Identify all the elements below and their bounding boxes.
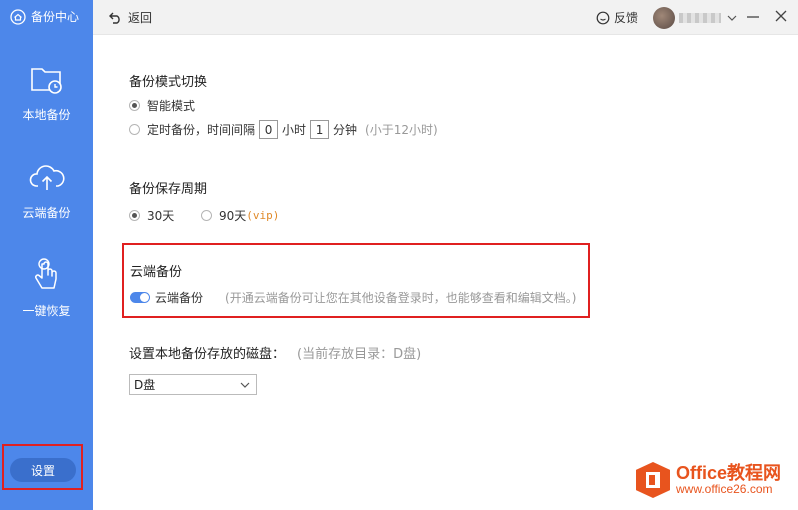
retention-30-label: 30天: [147, 209, 175, 223]
backup-mode-title: 备份模式切换: [129, 75, 208, 90]
radio-90-days[interactable]: [201, 210, 212, 221]
scheduled-backup-label: 定时备份，时间间隔: [147, 123, 256, 137]
sidebar-item-label: 本地备份: [22, 108, 71, 122]
radio-scheduled-backup[interactable]: [129, 124, 140, 135]
close-icon[interactable]: [773, 8, 789, 24]
minutes-input[interactable]: 1: [310, 120, 330, 139]
retention-90-option[interactable]: 90天 (vip): [201, 207, 279, 224]
app-header: 备份中心: [0, 0, 93, 33]
sidebar-item-label: 云端备份: [22, 206, 71, 220]
user-name-blurred: [679, 13, 721, 23]
back-button[interactable]: 返回: [109, 9, 152, 26]
watermark-title: Office教程网: [676, 462, 782, 483]
disk-select-value: D盘: [134, 378, 156, 392]
hand-tap-icon: [27, 256, 67, 296]
sidebar-item-local-backup[interactable]: 本地备份: [0, 60, 93, 150]
top-bar: 返回 反馈: [93, 0, 798, 35]
user-menu[interactable]: [653, 7, 737, 29]
cloud-backup-note: (开通云端备份可让您在其他设备登录时，也能够查看和编辑文档。): [225, 291, 577, 305]
current-disk-note: (当前存放目录：D盘): [297, 347, 422, 362]
radio-30-days[interactable]: [129, 210, 140, 221]
minutes-unit: 分钟: [333, 123, 358, 137]
disk-setting-label: 设置本地备份存放的磁盘：: [129, 347, 286, 362]
sidebar-item-label: 一键恢复: [22, 304, 71, 318]
retention-30-option[interactable]: 30天: [129, 207, 174, 224]
office-logo-icon: [636, 462, 670, 498]
chevron-down-icon: [240, 382, 250, 388]
office-watermark: Office教程网 www.office26.com: [636, 462, 781, 498]
retention-title: 备份保存周期: [129, 182, 208, 197]
settings-button[interactable]: 设置: [10, 458, 76, 482]
app-title: 备份中心: [31, 10, 80, 24]
radio-smart-mode[interactable]: [129, 100, 140, 111]
smart-mode-label: 智能模式: [147, 99, 196, 113]
chevron-down-icon: [727, 15, 737, 21]
cloud-backup-toggle-label: 云端备份: [155, 291, 204, 305]
cloud-backup-toggle[interactable]: [130, 292, 150, 303]
cloud-upload-icon: [27, 158, 67, 198]
sidebar-item-cloud-backup[interactable]: 云端备份: [0, 158, 93, 248]
feedback-label: 反馈: [614, 11, 639, 25]
disk-select[interactable]: D盘: [129, 374, 257, 395]
feedback-button[interactable]: 反馈: [596, 9, 638, 26]
watermark-url: www.office26.com: [676, 482, 773, 497]
sidebar-item-one-click-restore[interactable]: 一键恢复: [0, 256, 93, 346]
vip-tag: (vip): [246, 209, 280, 222]
hours-unit: 小时: [282, 123, 307, 137]
cloud-backup-toggle-row: 云端备份 (开通云端备份可让您在其他设备登录时，也能够查看和编辑文档。): [130, 289, 576, 306]
cloud-backup-title: 云端备份: [130, 265, 183, 280]
interval-hint: (小于12小时): [365, 123, 438, 137]
sidebar: 备份中心 本地备份 云端备份 一键恢复 设置: [0, 0, 93, 510]
settings-content: 备份模式切换 智能模式 定时备份，时间间隔 0 小时 1 分钟 (小于12小时)…: [93, 36, 798, 510]
home-icon: [10, 8, 26, 25]
back-label: 返回: [128, 11, 153, 25]
cloud-backup-highlight: 云端备份 云端备份 (开通云端备份可让您在其他设备登录时，也能够查看和编辑文档。…: [122, 243, 590, 318]
back-arrow-icon: [109, 12, 120, 24]
hours-input[interactable]: 0: [259, 120, 279, 139]
folder-clock-icon: [27, 60, 67, 100]
minimize-icon[interactable]: [745, 8, 761, 24]
scheduled-backup-option[interactable]: 定时备份，时间间隔 0 小时 1 分钟 (小于12小时): [129, 120, 438, 139]
disk-setting: 设置本地备份存放的磁盘： (当前存放目录：D盘): [129, 343, 421, 362]
retention-90-label: 90天: [219, 209, 247, 223]
smart-mode-option[interactable]: 智能模式: [129, 97, 195, 114]
feedback-icon: [596, 11, 610, 24]
avatar: [653, 7, 675, 29]
